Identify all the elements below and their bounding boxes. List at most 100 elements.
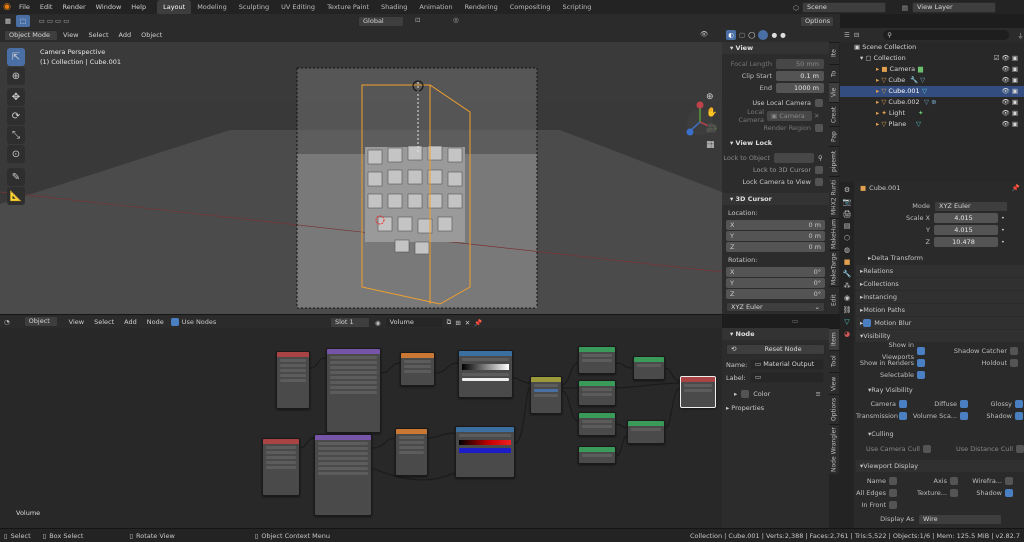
ray-volume-checkbox[interactable] [960,412,968,420]
outliner-search-input[interactable]: ⚲ [883,30,1010,40]
node-menu-node[interactable]: Node [142,315,169,329]
viewport-display-section[interactable]: ▾ Viewport Display [856,460,1024,472]
shader-node-1[interactable] [578,346,616,374]
tab-compositing[interactable]: Compositing [504,0,557,14]
cursor-tool[interactable]: ⊕ [7,67,25,85]
node-tab-node-wrangler[interactable]: Node Wrangler [829,424,839,474]
cube-002-visibility-icons[interactable]: 👁 ▣ [1002,97,1018,108]
ray-shadow-checkbox[interactable] [1015,412,1023,420]
node-tab-tool[interactable]: Tool [829,350,839,372]
reset-node-button[interactable]: ⟲ Reset Node [726,344,825,355]
menu-render[interactable]: Render [57,0,90,14]
unlink-material-icon[interactable]: ✕ [465,319,470,327]
camera-visibility-icons[interactable]: 👁 ▣ [1002,64,1018,75]
render-tab-icon[interactable]: 📷 [843,198,852,206]
scale-z-field[interactable]: 10.478 [934,237,998,247]
xray-icon[interactable]: ▢ [739,31,745,39]
material-output-node[interactable] [680,376,716,408]
npanel-tab-pap[interactable]: Pap [829,126,839,146]
local-camera-close-icon[interactable]: ✕ [814,112,819,120]
shader-type-dropdown[interactable]: Object [23,316,58,327]
color-menu-icon[interactable]: ≡ [816,390,821,398]
texture-coordinate-node-2[interactable] [262,438,300,496]
new-material-icon[interactable]: ⊞ [455,319,460,327]
menu-file[interactable]: File [14,0,35,14]
selectable-checkbox[interactable] [917,371,925,379]
node-label-field[interactable]: ▭ [750,372,824,383]
node-color-checkbox[interactable] [741,390,750,398]
cube-001-visibility-icons[interactable]: 👁 ▣ [1002,86,1018,97]
ray-camera-checkbox[interactable] [899,400,907,408]
ortho-grid-icon[interactable]: ▦ [706,140,717,150]
object-tab-icon[interactable]: ■ [844,258,851,266]
voronoi-texture-node[interactable] [395,428,428,476]
cursor-rot-y-field[interactable]: Y 0° [726,278,825,288]
npanel-tab-item[interactable]: Ite [829,42,839,64]
node-tab-item[interactable]: Item [829,328,839,350]
mapping-node-2[interactable] [314,434,372,516]
tab-modeling[interactable]: Modeling [191,0,233,14]
color-ramp-node-1[interactable] [458,350,513,398]
move-tool[interactable]: ✥ [7,88,25,106]
cursor-rot-z-field[interactable]: Z 0° [726,289,825,299]
select-mode-icon[interactable]: ▭ ▭ ▭ ▭ [34,17,74,25]
noise-texture-node[interactable] [400,352,435,386]
rotate-tool[interactable]: ⟳ [7,107,25,125]
funnel-icon[interactable]: ⏚ [1017,30,1024,40]
proportional-icon[interactable]: ◎ [453,16,459,24]
view-panel-title[interactable]: ▾ View [722,42,829,54]
options-button[interactable]: Options [800,16,834,27]
tab-sculpting[interactable]: Sculpting [233,0,275,14]
vd-shadow-checkbox[interactable] [1005,489,1013,497]
slot-dropdown[interactable]: Slot 1 [330,317,370,328]
outliner-filter-icon[interactable]: ⊟ [854,31,859,39]
node-color-row[interactable]: ▸ Color ≡ [734,389,825,399]
cursor-loc-x-field[interactable]: X 0 m [726,220,825,230]
view-layer-tab-icon[interactable]: ▤ [844,222,851,230]
select-box-icon[interactable]: ⬚ [16,15,30,27]
vd-axis-checkbox[interactable] [950,477,958,485]
cursor-loc-y-field[interactable]: Y 0 m [726,231,825,241]
npanel-tab-edit[interactable]: Edit [829,286,839,314]
instancing-section[interactable]: ▸ Instancing [856,291,1024,303]
ray-transmission-checkbox[interactable] [899,412,907,420]
editor-type-icon[interactable]: ▦ [0,17,16,25]
annotate-tool[interactable]: ✎ [7,168,25,186]
3d-cursor-panel-title[interactable]: ▾ 3D Cursor [722,193,829,205]
pin-icon[interactable]: 📌 [1012,184,1020,192]
mapping-node-1[interactable] [326,348,381,433]
camera-view-icon[interactable]: 🎥 [706,124,717,134]
wireframe-shading-icon[interactable]: ◯ [748,31,755,39]
motion-paths-section[interactable]: ▸ Motion Paths [856,304,1024,316]
display-as-select[interactable]: Wire [918,513,1002,525]
menu-help[interactable]: Help [126,0,151,14]
pin-node-tree-icon[interactable]: 📌 [474,319,482,327]
motion-blur-checkbox[interactable] [863,319,872,327]
object-mode-dropdown[interactable]: Object Mode [4,29,58,41]
tab-rendering[interactable]: Rendering [459,0,504,14]
texture-coordinate-node-1[interactable] [276,351,310,409]
outliner-collection[interactable]: ▾ ▢ Collection ☑ 👁 ▣ [840,53,1024,64]
vd-wireframe-checkbox[interactable] [1005,477,1013,485]
npanel-tab-makehuman[interactable]: MakeHum [829,218,839,250]
use-distance-cull-checkbox[interactable] [1016,445,1024,453]
material-tab-icon[interactable]: ◕ [844,330,850,338]
tab-shading[interactable]: Shading [375,0,413,14]
tab-scripting[interactable]: Scripting [557,0,598,14]
math-node[interactable] [530,376,562,414]
snap-icon[interactable]: ⊡ [415,16,420,24]
vd-all-edges-checkbox[interactable] [889,489,897,497]
scale-x-field[interactable]: 4.015 [934,213,998,223]
3d-viewport[interactable]: Camera Perspective (1) Collection | Cube… [0,42,722,314]
clip-start-field[interactable]: 0.1 m [776,70,824,81]
viewport-menu-select[interactable]: Select [83,28,113,42]
cursor-loc-z-field[interactable]: Z 0 m [726,242,825,252]
shader-node-2[interactable] [578,380,616,406]
outliner-item-plane[interactable]: ▸ ▽ Plane ▽ 👁 ▣ [840,119,1024,130]
world-tab-icon[interactable]: ◍ [844,246,850,254]
lock-to-object-field[interactable] [774,152,814,163]
node-menu-add[interactable]: Add [119,315,142,329]
collections-section[interactable]: ▸ Collections [856,278,1024,290]
ray-visibility-section[interactable]: ▾ Ray Visibility [856,384,1024,396]
scale-z-keyframe-icon[interactable]: • [1001,236,1005,248]
